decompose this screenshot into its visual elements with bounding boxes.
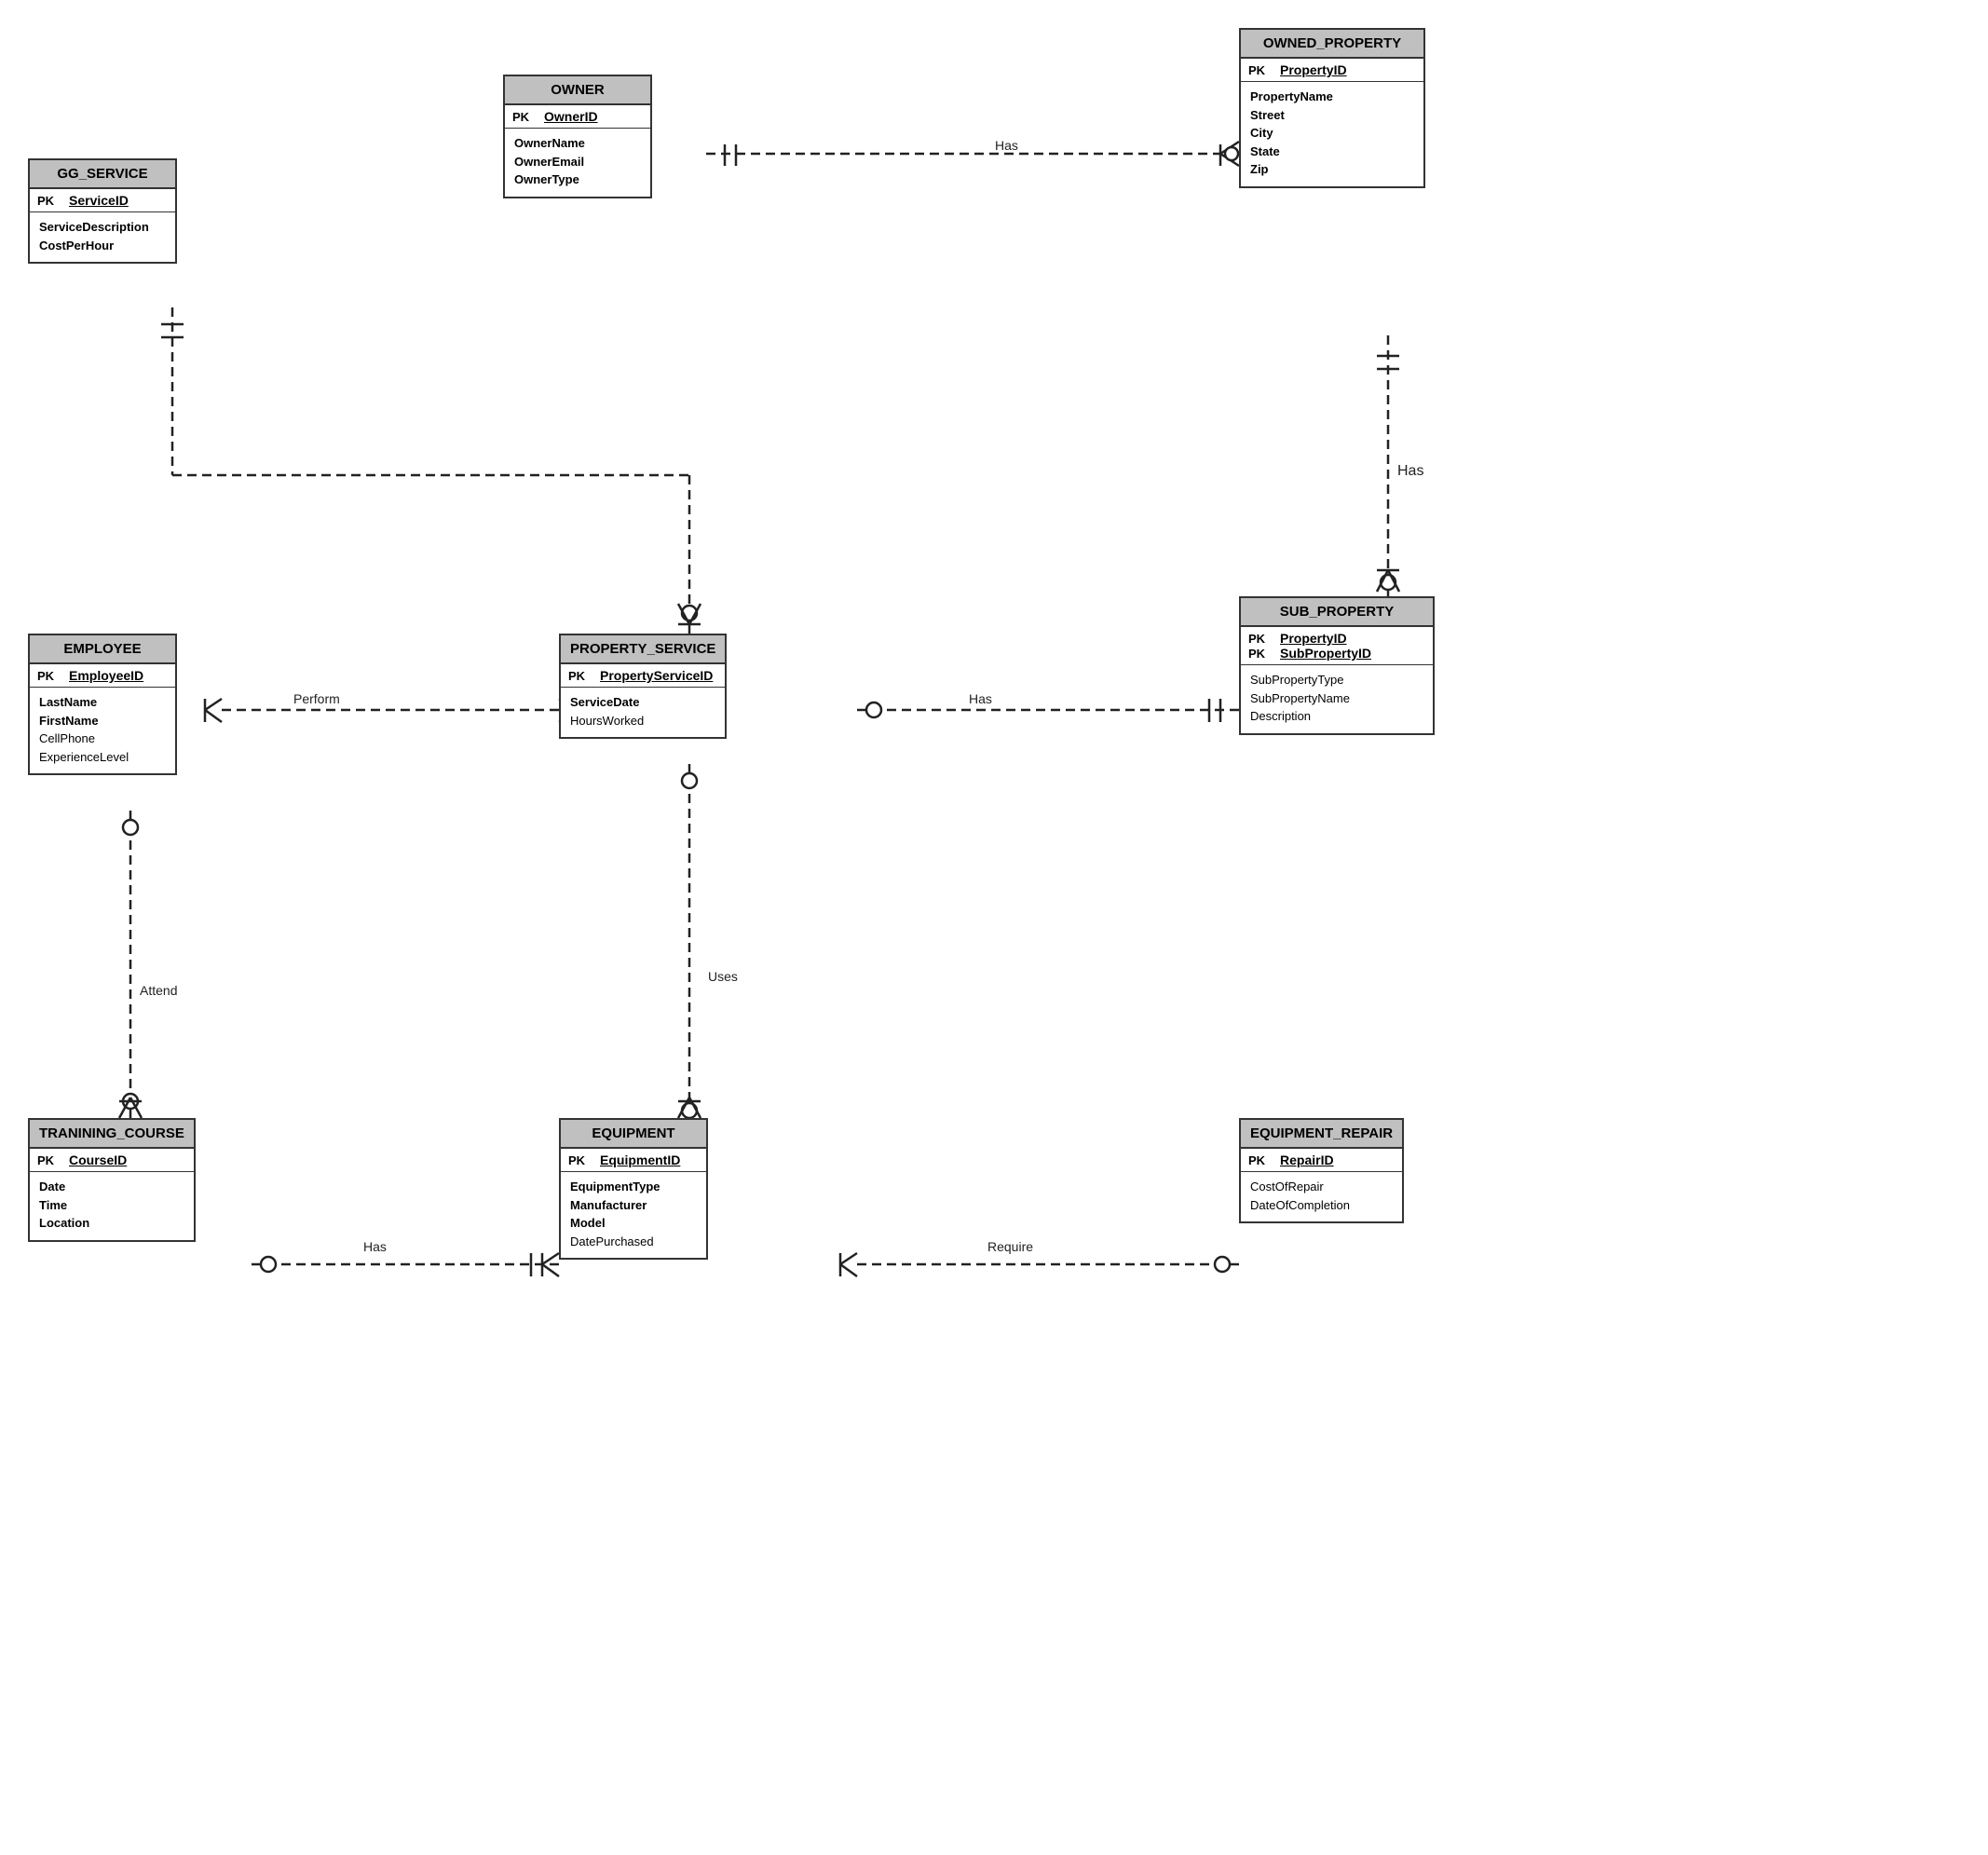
rel-label-has-eq: Has <box>363 1239 387 1254</box>
pk-label: PK <box>37 668 63 683</box>
pk-field-courseid: CourseID <box>69 1153 127 1167</box>
attr-datepurchased: DatePurchased <box>570 1233 697 1251</box>
pk-label-1: PK <box>1248 631 1274 646</box>
table-header-gg-service: GG_SERVICE <box>30 160 175 189</box>
pk-field-employeeid: EmployeeID <box>69 668 143 683</box>
pk-label: PK <box>512 109 538 124</box>
attr-cellphone: CellPhone <box>39 730 166 748</box>
rel-label-require: Require <box>987 1239 1033 1254</box>
rel-label-uses: Uses <box>708 969 738 984</box>
attr-subpropertytype: SubPropertyType <box>1250 671 1423 689</box>
pk-field-serviceid: ServiceID <box>69 193 129 208</box>
table-gg-service: GG_SERVICE PK ServiceID ServiceDescripti… <box>28 158 177 264</box>
pk-field-propertyid: PropertyID <box>1280 631 1347 646</box>
table-employee: EMPLOYEE PK EmployeeID LastName FirstNam… <box>28 634 177 775</box>
pk-field-subpropertyid: SubPropertyID <box>1280 646 1371 661</box>
attr-lastname: LastName <box>39 693 166 712</box>
table-header-sub-property: SUB_PROPERTY <box>1241 598 1433 627</box>
table-training-course: TRANINING_COURSE PK CourseID Date Time L… <box>28 1118 196 1242</box>
rel-label-perform: Perform <box>293 691 340 706</box>
attr-ownertype: OwnerType <box>514 170 641 189</box>
pk-label: PK <box>37 193 63 208</box>
attr-equipmenttype: EquipmentType <box>570 1178 697 1196</box>
attr-hoursworked: HoursWorked <box>570 712 715 730</box>
attr-servicedate: ServiceDate <box>570 693 715 712</box>
table-owned-property: OWNED_PROPERTY PK PropertyID PropertyNam… <box>1239 28 1425 188</box>
table-header-training-course: TRANINING_COURSE <box>30 1120 194 1149</box>
table-equipment: EQUIPMENT PK EquipmentID EquipmentType M… <box>559 1118 708 1260</box>
rel-label-has-owner: Has <box>995 138 1018 153</box>
attr-dateofcompletion: DateOfCompletion <box>1250 1196 1393 1215</box>
pk-field-propertyserviceid: PropertyServiceID <box>600 668 713 683</box>
pk-label: PK <box>568 668 594 683</box>
attr-costperhour: CostPerHour <box>39 237 166 255</box>
pk-field-ownerid: OwnerID <box>544 109 598 124</box>
attr-zip: Zip <box>1250 160 1414 179</box>
rel-label-has-ps: Has <box>969 691 992 706</box>
attr-ownername: OwnerName <box>514 134 641 153</box>
pk-label: PK <box>568 1153 594 1167</box>
attr-description: Description <box>1250 707 1423 726</box>
attr-model: Model <box>570 1214 697 1233</box>
attr-owneremail: OwnerEmail <box>514 153 641 171</box>
attr-experiencelevel: ExperienceLevel <box>39 748 166 767</box>
table-header-owner: OWNER <box>505 76 650 105</box>
svg-text:Has: Has <box>1397 463 1423 479</box>
attr-propertyname: PropertyName <box>1250 88 1414 106</box>
table-sub-property: SUB_PROPERTY PK PropertyID PK SubPropert… <box>1239 596 1435 735</box>
pk-label: PK <box>1248 1153 1274 1167</box>
table-header-employee: EMPLOYEE <box>30 635 175 664</box>
table-property-service: PROPERTY_SERVICE PK PropertyServiceID Se… <box>559 634 727 739</box>
rel-label-attend: Attend <box>140 983 177 998</box>
attr-state: State <box>1250 143 1414 161</box>
attr-firstname: FirstName <box>39 712 166 730</box>
attr-time: Time <box>39 1196 184 1215</box>
pk-field-repairid: RepairID <box>1280 1153 1334 1167</box>
table-equipment-repair: EQUIPMENT_REPAIR PK RepairID CostOfRepai… <box>1239 1118 1404 1223</box>
table-header-equipment: EQUIPMENT <box>561 1120 706 1149</box>
pk-label-2: PK <box>1248 646 1274 661</box>
attr-servicedescription: ServiceDescription <box>39 218 166 237</box>
table-header-property-service: PROPERTY_SERVICE <box>561 635 725 664</box>
pk-label: PK <box>37 1153 63 1167</box>
pk-field-equipmentid: EquipmentID <box>600 1153 680 1167</box>
table-header-owned-property: OWNED_PROPERTY <box>1241 30 1423 59</box>
attr-costofrepair: CostOfRepair <box>1250 1178 1393 1196</box>
pk-label: PK <box>1248 62 1274 77</box>
attr-city: City <box>1250 124 1414 143</box>
attr-manufacturer: Manufacturer <box>570 1196 697 1215</box>
pk-field-propertyid: PropertyID <box>1280 62 1347 77</box>
attr-date: Date <box>39 1178 184 1196</box>
attr-location: Location <box>39 1214 184 1233</box>
attr-street: Street <box>1250 106 1414 125</box>
table-owner: OWNER PK OwnerID OwnerName OwnerEmail Ow… <box>503 75 652 198</box>
table-header-equipment-repair: EQUIPMENT_REPAIR <box>1241 1120 1402 1149</box>
attr-subpropertyname: SubPropertyName <box>1250 689 1423 708</box>
